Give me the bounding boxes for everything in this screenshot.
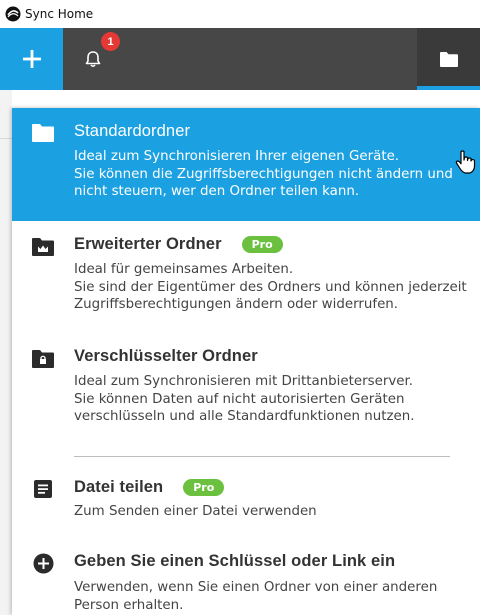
- menu-item-standard-folder[interactable]: Standardordner Ideal zum Synchronisieren…: [12, 108, 480, 221]
- title-bar: Sync Home: [0, 0, 480, 28]
- menu-caret: [21, 79, 43, 90]
- notification-badge: 1: [101, 32, 120, 51]
- menu-item-advanced-folder[interactable]: Erweiterter Ordner Pro Ideal für gemeins…: [12, 221, 480, 333]
- menu-item-description: Verwenden, wenn Sie einen Ordner von ein…: [74, 580, 438, 613]
- folder-icon: [32, 122, 54, 144]
- menu-item-description: Ideal zum Synchronisieren Ihrer eigenen …: [74, 149, 453, 199]
- menu-item-description: Zum Senden einer Datei verwenden: [74, 504, 317, 519]
- document-icon: [32, 478, 54, 500]
- pro-badge: Pro: [241, 236, 283, 253]
- menu-item-description: Ideal zum Synchronisieren mit Drittanbie…: [74, 374, 415, 424]
- notifications-button[interactable]: 1: [63, 28, 123, 90]
- toolbar: 1: [0, 28, 480, 90]
- menu-item-enter-key-or-link[interactable]: Geben Sie einen Schlüssel oder Link ein …: [12, 540, 480, 615]
- background-divider: [0, 138, 12, 139]
- lock-folder-icon: [32, 348, 54, 370]
- bell-icon: [85, 51, 101, 68]
- menu-item-title: Geben Sie einen Schlüssel oder Link ein: [74, 552, 396, 570]
- menu-item-title: Standardordner: [74, 122, 191, 140]
- menu-item-description: Ideal für gemeinsames Arbeiten. Sie sind…: [74, 262, 467, 312]
- menu-item-encrypted-folder[interactable]: Verschlüsselter Ordner Ideal zum Synchro…: [12, 333, 480, 443]
- folders-tab[interactable]: [417, 28, 480, 90]
- menu-item-title: Erweiterter Ordner: [74, 235, 222, 253]
- menu-item-title: Verschlüsselter Ordner: [74, 347, 258, 365]
- menu-item-share-file[interactable]: Datei teilen Pro Zum Senden einer Datei …: [12, 466, 480, 526]
- plus-icon: [22, 50, 41, 68]
- plus-circle-icon: [32, 552, 54, 574]
- window-title: Sync Home: [25, 7, 94, 21]
- menu-top-padding: [12, 90, 480, 108]
- folder-icon: [439, 51, 458, 67]
- hand-cursor-icon: [455, 150, 476, 174]
- pro-badge: Pro: [183, 479, 225, 496]
- team-folder-icon: [32, 236, 54, 258]
- menu-divider: [74, 456, 450, 457]
- app-logo-icon: [5, 6, 21, 22]
- menu-item-title: Datei teilen: [74, 478, 164, 496]
- add-folder-menu: Standardordner Ideal zum Synchronisieren…: [12, 108, 480, 615]
